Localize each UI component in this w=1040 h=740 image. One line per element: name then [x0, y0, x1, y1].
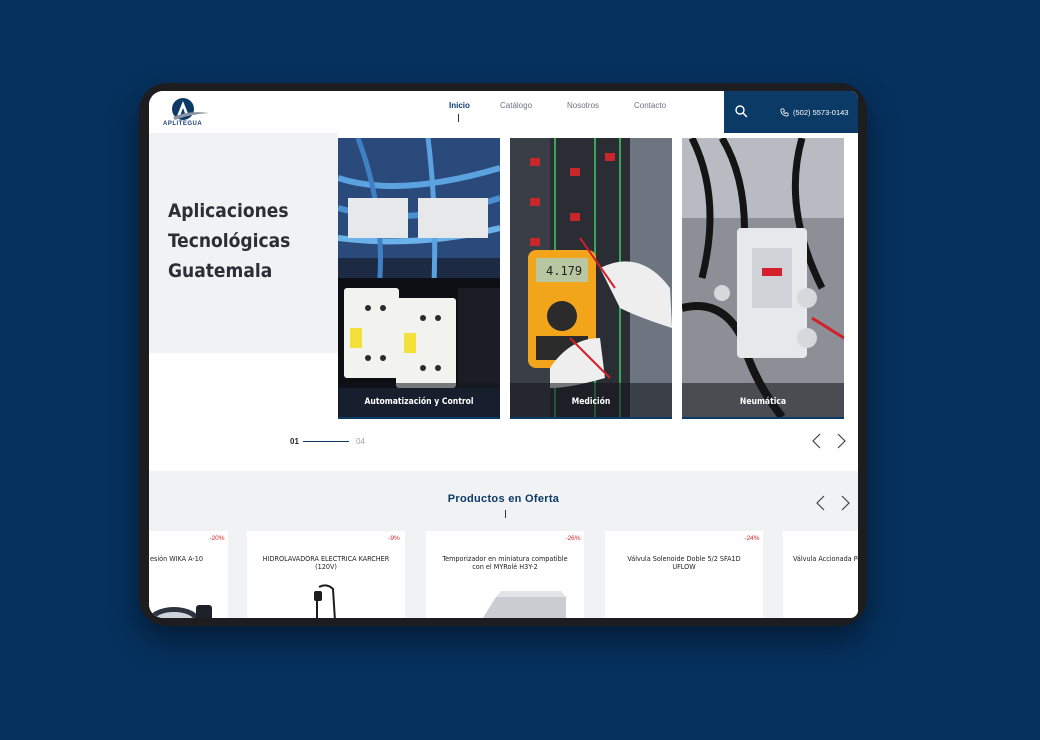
hero-title-line: Tecnológicas	[168, 230, 291, 252]
nav-nosotros[interactable]: Nosotros	[567, 101, 599, 110]
category-card-neumatica[interactable]: Neumática	[682, 138, 844, 419]
product-name: Válvula Accionada Por ATA1D	[793, 554, 858, 563]
discount-badge: -9%	[383, 531, 405, 547]
nav-contacto[interactable]: Contacto	[634, 101, 666, 110]
hero-title-line: Guatemala	[168, 260, 273, 282]
multimeter-photo: 4.179	[510, 138, 672, 417]
hero-title-line: Aplicaciones	[168, 200, 289, 222]
pager-current: 01	[290, 437, 299, 446]
nav-catalogo[interactable]: Catálogo	[500, 101, 532, 110]
product-name: Temporizador en miniatura compatible con…	[442, 554, 568, 571]
svg-text:4.179: 4.179	[546, 264, 582, 278]
product-card[interactable]: -26% Temporizador en miniatura compatibl…	[426, 531, 584, 618]
hero-next-arrow-icon[interactable]	[834, 433, 848, 449]
nav-active-indicator	[458, 114, 459, 122]
card-caption: Medición	[571, 397, 611, 407]
product-name: esión WIKA A-10	[150, 554, 203, 563]
tablet-screen: APLITEGUA Inicio Catálogo Nosotros Conta…	[149, 91, 858, 618]
discount-badge: -20%	[206, 531, 228, 547]
phone-link[interactable]: (502) 5573-0143	[780, 106, 848, 118]
site-header: APLITEGUA Inicio Catálogo Nosotros Conta…	[149, 91, 858, 133]
automation-photo	[338, 138, 500, 417]
product-card[interactable]: -20% esión WIKA A-10	[149, 531, 228, 618]
pager-total: 04	[356, 437, 365, 446]
phone-number: (502) 5573-0143	[793, 107, 849, 117]
header-contact-panel: (502) 5573-0143	[724, 91, 858, 133]
product-name: HIDROLAVADORA ELECTRICA KARCHER (120V)	[262, 554, 390, 571]
category-card-medicion[interactable]: 4.179 Medición	[510, 138, 672, 419]
offers-section: Productos en Oferta -20% esión WIKA A-10	[149, 471, 858, 618]
search-icon[interactable]	[734, 104, 748, 118]
offers-title: Productos en Oferta	[447, 493, 560, 505]
card-caption: Neumática	[739, 397, 787, 407]
discount-badge: -26%	[562, 531, 584, 547]
discount-badge: -24%	[741, 531, 763, 547]
offers-prev-arrow-icon[interactable]	[814, 495, 828, 511]
pressure-washer-image	[314, 584, 336, 618]
product-card[interactable]: Válvula Accionada Por ATA1D	[783, 531, 858, 618]
card-caption: Automatización y Control	[364, 397, 474, 407]
timer-relay-image	[482, 591, 566, 618]
product-card[interactable]: -24% Válvula Solenoide Doble 5/2 SFA1D U…	[605, 531, 763, 618]
product-card[interactable]: -9% HIDROLAVADORA ELECTRICA KARCHER (120…	[247, 531, 405, 618]
offers-title-indicator	[505, 510, 506, 518]
phone-icon	[780, 107, 789, 117]
pager-progress	[303, 441, 349, 442]
pressure-gauge-image	[149, 605, 212, 618]
logo-text: APLITEGUA	[163, 121, 203, 127]
product-name: Válvula Solenoide Doble 5/2 SFA1D UFLOW	[627, 554, 741, 571]
pneumatics-photo	[682, 138, 844, 417]
hero-prev-arrow-icon[interactable]	[810, 433, 824, 449]
hero-title: Aplicaciones Tecnológicas Guatemala	[168, 196, 318, 286]
nav-inicio[interactable]: Inicio	[449, 101, 470, 110]
category-card-automatizacion[interactable]: Automatización y Control	[338, 138, 500, 419]
tablet-frame: APLITEGUA Inicio Catálogo Nosotros Conta…	[139, 83, 867, 626]
offers-next-arrow-icon[interactable]	[838, 495, 852, 511]
